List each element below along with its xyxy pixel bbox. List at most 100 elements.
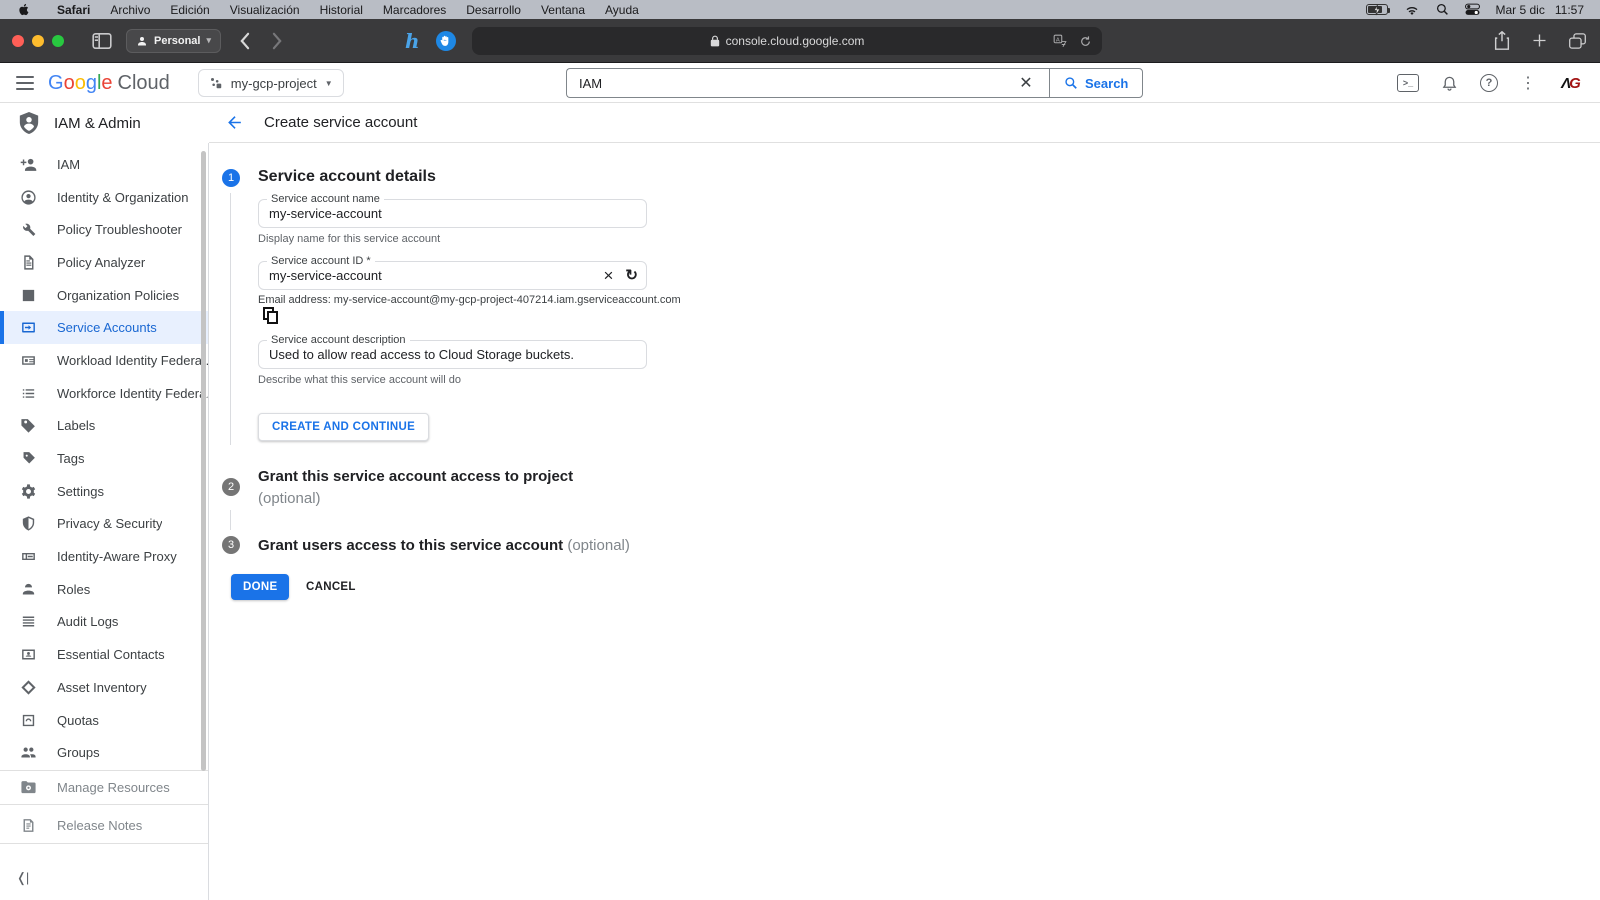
menu-visualizacion[interactable]: Visualización bbox=[220, 3, 310, 17]
collapse-sidebar-icon[interactable]: ❬| bbox=[16, 870, 28, 886]
control-center-icon[interactable] bbox=[1465, 3, 1480, 16]
sidebar-item-privacy-security[interactable]: Privacy & Security bbox=[0, 508, 208, 541]
cloud-shell-icon[interactable]: >_ bbox=[1397, 74, 1419, 92]
logo-letter: o bbox=[64, 72, 75, 95]
charging-bolt-icon bbox=[1371, 4, 1383, 16]
account-avatar[interactable]: ΛG bbox=[1558, 70, 1584, 96]
sidebar-item-policy-troubleshooter[interactable]: Policy Troubleshooter bbox=[0, 213, 208, 246]
sidebar-item-label: Organization Policies bbox=[57, 288, 179, 303]
back-arrow-icon[interactable] bbox=[225, 113, 244, 132]
sidebar-item-release-notes[interactable]: Release Notes bbox=[0, 809, 208, 841]
workforce-list-icon bbox=[20, 385, 37, 402]
safari-profile-button[interactable]: Personal ▾ bbox=[126, 29, 221, 53]
sidebar-item-essential-contacts[interactable]: Essential Contacts bbox=[0, 638, 208, 671]
sidebar-item-service-accounts[interactable]: Service Accounts bbox=[0, 311, 208, 344]
sidebar-item-manage-resources[interactable]: Manage Resources bbox=[0, 771, 208, 803]
sidebar-item-label: Release Notes bbox=[57, 818, 142, 833]
spotlight-search-icon[interactable] bbox=[1436, 3, 1449, 16]
search-clear-icon[interactable]: ✕ bbox=[1015, 72, 1037, 94]
menu-ventana[interactable]: Ventana bbox=[531, 3, 595, 17]
forward-button[interactable] bbox=[272, 32, 283, 50]
main-menu-icon[interactable] bbox=[16, 76, 34, 90]
regenerate-id-icon[interactable]: ↻ bbox=[625, 268, 638, 283]
menubar-time: 11:57 bbox=[1555, 3, 1584, 17]
logo-letter: e bbox=[101, 72, 112, 95]
share-icon[interactable] bbox=[1494, 31, 1510, 50]
sidebar-item-tags[interactable]: Tags bbox=[0, 442, 208, 475]
step-3-optional-label: (optional) bbox=[567, 537, 630, 554]
project-selector[interactable]: my-gcp-project ▼ bbox=[198, 69, 344, 97]
reload-icon[interactable] bbox=[1079, 35, 1092, 48]
wifi-icon[interactable] bbox=[1404, 4, 1420, 16]
menu-edicion[interactable]: Edición bbox=[160, 3, 219, 17]
sidebar-scrollbar[interactable] bbox=[201, 151, 206, 771]
search-input[interactable] bbox=[566, 68, 1049, 98]
close-window-button[interactable] bbox=[12, 35, 24, 47]
new-tab-icon[interactable] bbox=[1532, 33, 1547, 48]
sidebar-item-iam[interactable]: IAM bbox=[0, 148, 208, 181]
sidebar-item-workforce-identity-federation[interactable]: Workforce Identity Federa... bbox=[0, 377, 208, 410]
sidebar-item-roles[interactable]: Roles bbox=[0, 573, 208, 606]
groups-icon bbox=[20, 744, 37, 761]
apple-logo-icon[interactable] bbox=[18, 3, 31, 16]
sidebar-item-label: Workload Identity Federat... bbox=[57, 353, 208, 368]
service-account-name-label: Service account name bbox=[267, 193, 384, 205]
sidebar-item-asset-inventory[interactable]: Asset Inventory bbox=[0, 671, 208, 704]
audit-logs-icon bbox=[20, 613, 37, 630]
step-connector bbox=[230, 193, 231, 445]
avatar-letter: G bbox=[1569, 75, 1581, 92]
tab-overview-icon[interactable] bbox=[1569, 33, 1586, 49]
minimize-window-button[interactable] bbox=[32, 35, 44, 47]
menu-historial[interactable]: Historial bbox=[310, 3, 373, 17]
zoom-window-button[interactable] bbox=[52, 35, 64, 47]
extension-privacy-hand-icon[interactable] bbox=[436, 31, 456, 51]
service-account-id-label: Service account ID * bbox=[267, 255, 375, 267]
shield-icon bbox=[20, 515, 37, 532]
asset-inventory-diamond-icon bbox=[20, 679, 37, 696]
sidebar-item-policy-analyzer[interactable]: Policy Analyzer bbox=[0, 246, 208, 279]
sidebar-toggle-icon[interactable] bbox=[92, 33, 112, 49]
sidebar-item-groups[interactable]: Groups bbox=[0, 736, 208, 769]
sidebar-item-label: Groups bbox=[57, 745, 100, 760]
sidebar-item-workload-identity-federation[interactable]: Workload Identity Federat... bbox=[0, 344, 208, 377]
workload-identity-card-icon bbox=[20, 352, 37, 369]
sidebar-item-identity-aware-proxy[interactable]: Identity-Aware Proxy bbox=[0, 540, 208, 573]
address-bar[interactable]: console.cloud.google.com A bbox=[472, 27, 1102, 55]
notifications-bell-icon[interactable] bbox=[1441, 74, 1458, 92]
menu-archivo[interactable]: Archivo bbox=[100, 3, 160, 17]
copy-email-icon[interactable] bbox=[263, 307, 279, 325]
policy-analyzer-doc-icon bbox=[20, 254, 37, 271]
sidebar-item-audit-logs[interactable]: Audit Logs bbox=[0, 606, 208, 639]
create-and-continue-button[interactable]: CREATE AND CONTINUE bbox=[258, 413, 429, 441]
menu-safari[interactable]: Safari bbox=[47, 3, 100, 17]
translate-icon[interactable]: A bbox=[1053, 34, 1067, 48]
project-icon bbox=[209, 76, 223, 90]
battery-icon[interactable] bbox=[1366, 4, 1388, 15]
sidebar-item-quotas[interactable]: Quotas bbox=[0, 704, 208, 737]
more-options-icon[interactable]: ⋮ bbox=[1520, 73, 1536, 93]
service-account-description-label: Service account description bbox=[267, 334, 410, 346]
svg-text:A: A bbox=[1056, 37, 1060, 43]
step-1-title: Service account details bbox=[258, 168, 436, 186]
sidebar-item-organization-policies[interactable]: Organization Policies bbox=[0, 279, 208, 312]
menu-ayuda[interactable]: Ayuda bbox=[595, 3, 649, 17]
clear-id-icon[interactable]: × bbox=[603, 267, 613, 284]
sidebar-item-label: Identity-Aware Proxy bbox=[57, 549, 177, 564]
help-icon[interactable]: ? bbox=[1480, 74, 1498, 92]
menu-marcadores[interactable]: Marcadores bbox=[373, 3, 456, 17]
page-title: Create service account bbox=[264, 114, 417, 131]
sidebar-item-labels[interactable]: Labels bbox=[0, 410, 208, 443]
macos-menu-bar: Safari Archivo Edición Visualización His… bbox=[0, 0, 1600, 19]
menu-desarrollo[interactable]: Desarrollo bbox=[456, 3, 531, 17]
cancel-button[interactable]: CANCEL bbox=[296, 574, 366, 600]
sidebar-item-label: Audit Logs bbox=[57, 614, 118, 629]
extension-h-icon[interactable]: h bbox=[405, 29, 420, 53]
project-caret-icon: ▼ bbox=[325, 79, 333, 88]
sidebar-item-identity-organization[interactable]: Identity & Organization bbox=[0, 181, 208, 214]
done-button[interactable]: DONE bbox=[231, 574, 289, 600]
step-2-indicator: 2 bbox=[222, 478, 240, 496]
back-button[interactable] bbox=[239, 32, 250, 50]
sidebar-item-settings[interactable]: Settings bbox=[0, 475, 208, 508]
search-button[interactable]: Search bbox=[1049, 68, 1143, 98]
google-cloud-logo[interactable]: Google Cloud bbox=[48, 72, 170, 95]
